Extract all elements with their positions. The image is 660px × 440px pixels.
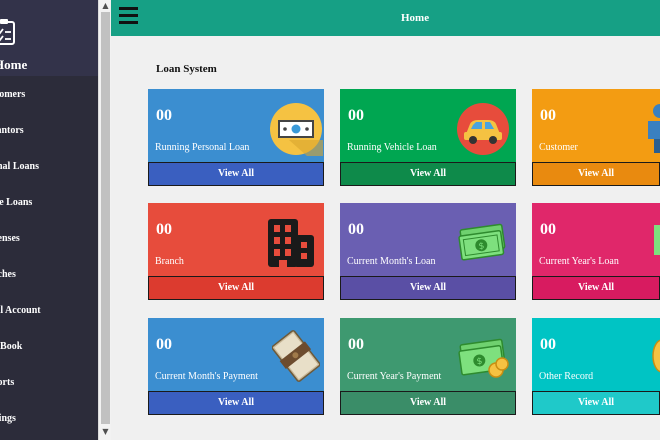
- sidebar-item-label: ttings: [0, 413, 16, 424]
- view-all-button[interactable]: View All: [532, 391, 660, 415]
- money-stack-icon: $: [458, 223, 506, 261]
- view-all-button[interactable]: View All: [340, 276, 516, 300]
- card-body: 00 Current Year's Loan: [532, 203, 660, 276]
- card-other-record: 00 Other Record View All: [532, 318, 660, 415]
- card-count: 00: [540, 336, 556, 353]
- sidebar: Home stomers rantors onal Loans cle Loan…: [0, 0, 98, 440]
- card-label: Current Year's Payment: [347, 371, 442, 382]
- card-body: 00 Current Year's Payment $: [340, 318, 516, 391]
- sidebar-item-label: cle Loans: [0, 197, 33, 208]
- money-coins-icon: $: [458, 338, 509, 378]
- sidebar-item-bank-book[interactable]: k Book: [0, 329, 98, 365]
- money-bundle-icon: [272, 330, 320, 382]
- card-label: Branch: [155, 256, 184, 267]
- view-all-button[interactable]: View All: [532, 162, 660, 186]
- scroll-down-arrow-icon[interactable]: ▼: [99, 426, 112, 438]
- card-body: 00 Customer: [532, 89, 660, 162]
- card-customer: 00 Customer View All: [532, 89, 660, 186]
- card-label: Current Year's Loan: [539, 256, 619, 267]
- scroll-thumb[interactable]: [101, 12, 110, 424]
- sidebar-item-label: k Book: [0, 341, 23, 352]
- person-icon: [648, 104, 660, 153]
- card-running-personal-loan: 00 Running Personal Loan View All: [148, 89, 324, 186]
- sidebar-item-label: onal Loans: [0, 161, 39, 172]
- card-count: 00: [348, 221, 364, 238]
- building-icon: [268, 219, 314, 267]
- cash-icon: [270, 103, 323, 156]
- card-count: 00: [348, 107, 364, 124]
- sidebar-item-branches[interactable]: nches: [0, 257, 98, 293]
- view-all-button[interactable]: View All: [340, 391, 516, 415]
- card-label: Running Personal Loan: [155, 142, 250, 153]
- card-current-months-loan: 00 Current Month's Loan $ View All: [340, 203, 516, 300]
- card-body: 00 Current Month's Payment: [148, 318, 324, 391]
- sidebar-header: Home: [0, 0, 98, 76]
- sidebar-item-label: ports: [0, 377, 15, 388]
- sidebar-item-settings[interactable]: ttings: [0, 401, 98, 437]
- view-all-button[interactable]: View All: [532, 276, 660, 300]
- sidebar-item-guarantors[interactable]: rantors: [0, 113, 98, 149]
- topbar: Home: [111, 0, 660, 36]
- card-label: Current Month's Payment: [155, 371, 258, 382]
- car-icon: [457, 103, 509, 155]
- view-all-button[interactable]: View All: [148, 162, 324, 186]
- sidebar-item-vehicle-loans[interactable]: cle Loans: [0, 185, 98, 221]
- view-all-button[interactable]: View All: [148, 391, 324, 415]
- sidebar-item-reports[interactable]: ports: [0, 365, 98, 401]
- card-current-years-loan: 00 Current Year's Loan View All: [532, 203, 660, 300]
- sidebar-item-label: tal Account: [0, 305, 41, 316]
- card-count: 00: [348, 336, 364, 353]
- card-count: 00: [540, 107, 556, 124]
- card-body: 00 Running Personal Loan: [148, 89, 324, 162]
- sidebar-item-personal-loans[interactable]: onal Loans: [0, 149, 98, 185]
- card-count: 00: [156, 336, 172, 353]
- menu-toggle-icon[interactable]: [119, 7, 138, 25]
- coin-icon: [652, 339, 660, 373]
- card-branch: 00 Branch View All: [148, 203, 324, 300]
- card-running-vehicle-loan: 00 Running Vehicle Loan View All: [340, 89, 516, 186]
- card-label: Running Vehicle Loan: [347, 142, 437, 153]
- card-body: 00 Branch: [148, 203, 324, 276]
- card-body: 00 Running Vehicle Loan: [340, 89, 516, 162]
- sidebar-item-label: rantors: [0, 125, 24, 136]
- card-current-years-payment: 00 Current Year's Payment $ View All: [340, 318, 516, 415]
- page-title: Home: [401, 12, 430, 24]
- sidebar-item-customers[interactable]: stomers: [0, 77, 98, 113]
- card-count: 00: [156, 107, 172, 124]
- sidebar-home[interactable]: Home: [0, 57, 27, 73]
- card-label: Other Record: [539, 371, 594, 382]
- sidebar-item-label: penses: [0, 233, 20, 244]
- money-icon: [654, 225, 660, 255]
- sidebar-item-label: nches: [0, 269, 16, 280]
- card-count: 00: [156, 221, 172, 238]
- sidebar-scrollbar[interactable]: ▲ ▼: [98, 0, 111, 440]
- clipboard-icon: [0, 19, 15, 45]
- view-all-button[interactable]: View All: [148, 276, 324, 300]
- card-label: Current Month's Loan: [347, 256, 436, 267]
- sidebar-item-label: stomers: [0, 89, 26, 100]
- card-current-months-payment: 00 Current Month's Payment View All: [148, 318, 324, 415]
- card-body: 00 Current Month's Loan $: [340, 203, 516, 276]
- sidebar-item-expenses[interactable]: penses: [0, 221, 98, 257]
- card-body: 00 Other Record: [532, 318, 660, 391]
- view-all-button[interactable]: View All: [340, 162, 516, 186]
- card-label: Customer: [539, 142, 578, 153]
- card-count: 00: [540, 221, 556, 238]
- sidebar-item-capital-account[interactable]: tal Account: [0, 293, 98, 329]
- section-title: Loan System: [156, 63, 217, 75]
